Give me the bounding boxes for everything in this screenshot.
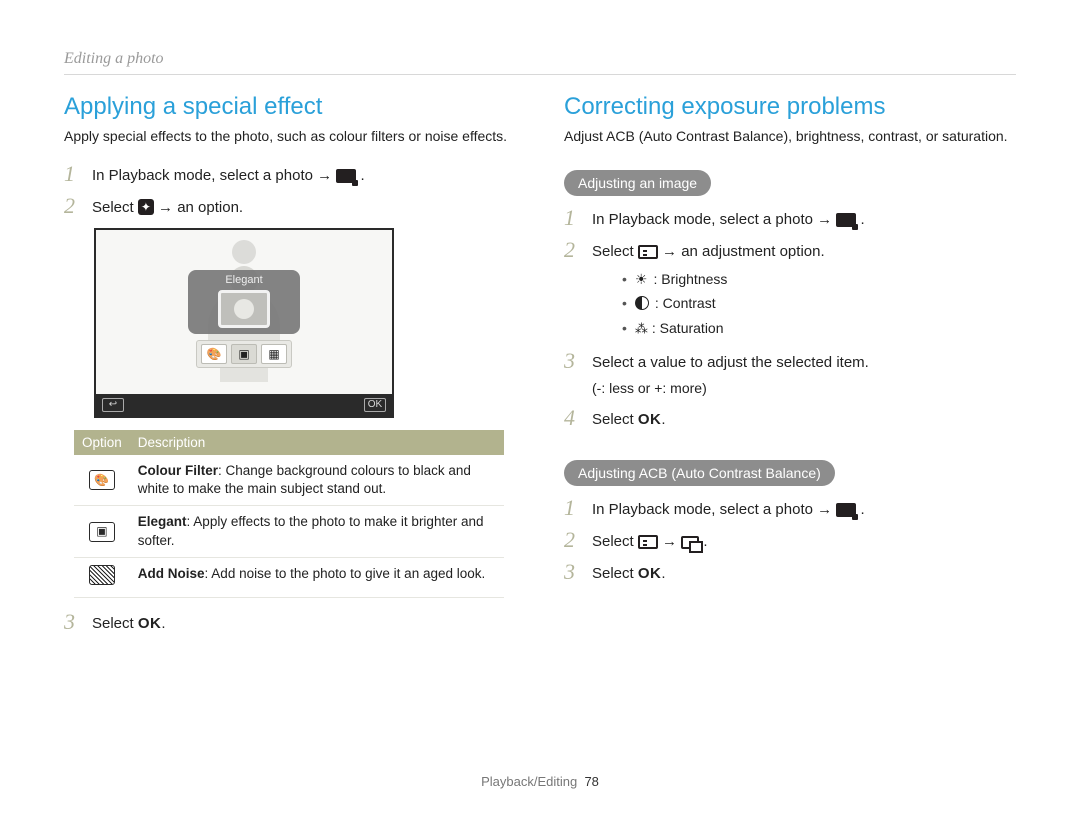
adjust-icon <box>638 535 658 549</box>
palette-icon: 🎨 <box>89 470 115 490</box>
ok-icon: OK <box>638 565 662 582</box>
step-text: Select <box>592 411 638 428</box>
effect-popup-thumb <box>218 290 270 328</box>
preview-bottombar: ↩ OK <box>96 394 392 416</box>
ok-icon: OK <box>138 615 162 632</box>
elegant-icon: ▣ <box>89 522 115 542</box>
table-head-description: Description <box>130 430 504 455</box>
step-number: 2 <box>564 238 582 262</box>
step-number: 1 <box>564 496 582 520</box>
effect-popup: Elegant <box>188 270 300 334</box>
step-text: . <box>703 533 707 550</box>
table-row: ▣ Elegant: Apply effects to the photo to… <box>74 506 504 557</box>
edit-photo-icon <box>336 169 356 183</box>
step-text: . <box>360 167 364 184</box>
step-text: Select a value to adjust the selected it… <box>592 354 869 371</box>
option-title: Elegant <box>138 514 187 529</box>
step-r1-3: 3 Select a value to adjust the selected … <box>564 349 1016 399</box>
brightness-icon <box>635 268 648 290</box>
step-left-2: 2 Select → an option. <box>64 194 516 220</box>
pill-adjusting-acb: Adjusting ACB (Auto Contrast Balance) <box>564 460 835 486</box>
effect-preview: Elegant 🎨 ▣ ▦ ↩ OK <box>94 228 394 418</box>
step-left-1: 1 In Playback mode, select a photo → . <box>64 162 516 188</box>
step-r2-2: 2 Select → . <box>564 528 1016 554</box>
edit-photo-icon <box>836 213 856 227</box>
step-text: . <box>161 615 165 632</box>
step-text: → an adjustment option. <box>662 243 825 260</box>
bullet-saturation: : Saturation <box>622 317 825 340</box>
bullet-brightness: : Brightness <box>622 268 825 290</box>
step-text: . <box>661 411 665 428</box>
column-special-effect: Applying a special effect Apply special … <box>64 93 516 642</box>
adjust-icon <box>638 245 658 259</box>
step-r2-1: 1 In Playback mode, select a photo → . <box>564 496 1016 522</box>
heading-special-effect: Applying a special effect <box>64 93 516 121</box>
intro-special-effect: Apply special effects to the photo, such… <box>64 127 516 146</box>
option-desc: : Add noise to the photo to give it an a… <box>205 566 486 581</box>
effect-popup-label: Elegant <box>188 274 300 286</box>
breadcrumb: Editing a photo <box>64 50 1016 75</box>
step-number: 2 <box>564 528 582 552</box>
step-text: In Playback mode, select a photo → <box>592 211 836 228</box>
step-text: . <box>661 565 665 582</box>
toolbar-palette-icon[interactable]: 🎨 <box>201 344 227 364</box>
step-r1-2: 2 Select → an adjustment option. : Brigh… <box>564 238 1016 344</box>
step-text: Select <box>592 565 638 582</box>
edit-photo-icon <box>836 503 856 517</box>
effect-toolbar: 🎨 ▣ ▦ <box>196 340 292 368</box>
step-r1-4: 4 Select OK. <box>564 406 1016 432</box>
step-text: → an option. <box>158 199 243 216</box>
option-title: Add Noise <box>138 566 205 581</box>
bullet-label: : Brightness <box>653 268 727 290</box>
page-footer: Playback/Editing 78 <box>0 774 1080 789</box>
step-text: Select <box>92 199 138 216</box>
bullet-contrast: : Contrast <box>622 292 825 314</box>
footer-page-number: 78 <box>584 774 598 789</box>
step-r1-1: 1 In Playback mode, select a photo → . <box>564 206 1016 232</box>
step-text: . <box>860 501 864 518</box>
effect-icon <box>138 199 154 215</box>
step-number: 2 <box>64 194 82 218</box>
ok-icon[interactable]: OK <box>364 398 386 412</box>
ok-icon: OK <box>638 411 662 428</box>
step-number: 1 <box>64 162 82 186</box>
step-text: Select <box>92 615 138 632</box>
table-head-option: Option <box>74 430 130 455</box>
step-text: → <box>662 533 681 550</box>
intro-exposure: Adjust ACB (Auto Contrast Balance), brig… <box>564 127 1016 146</box>
contrast-icon <box>635 296 649 310</box>
step-number: 3 <box>564 560 582 584</box>
step-left-3: 3 Select OK. <box>64 610 516 636</box>
step-text: Select <box>592 533 638 550</box>
toolbar-elegant-icon[interactable]: ▣ <box>231 344 257 364</box>
step-number: 3 <box>64 610 82 634</box>
column-exposure: Correcting exposure problems Adjust ACB … <box>564 93 1016 642</box>
footer-section: Playback/Editing <box>481 774 577 789</box>
toolbar-noise-icon[interactable]: ▦ <box>261 344 287 364</box>
acb-icon <box>681 536 699 549</box>
heading-exposure: Correcting exposure problems <box>564 93 1016 121</box>
saturation-icon <box>635 317 646 340</box>
noise-icon <box>89 565 115 585</box>
step-text: In Playback mode, select a photo → <box>92 167 336 184</box>
bullet-label: : Contrast <box>655 292 716 314</box>
bullet-label: : Saturation <box>652 317 724 339</box>
pill-adjusting-image: Adjusting an image <box>564 170 711 196</box>
option-title: Colour Filter <box>138 463 218 478</box>
options-table: Option Description 🎨 Colour Filter: Chan… <box>74 430 504 598</box>
option-desc: : Apply effects to the photo to make it … <box>138 514 484 547</box>
step-subtext: (-: less or +: more) <box>592 377 869 399</box>
step-number: 3 <box>564 349 582 373</box>
back-icon[interactable]: ↩ <box>102 398 124 412</box>
table-row: Add Noise: Add noise to the photo to giv… <box>74 557 504 597</box>
table-row: 🎨 Colour Filter: Change background colou… <box>74 455 504 506</box>
step-text: . <box>860 211 864 228</box>
step-text: Select <box>592 243 638 260</box>
step-r2-3: 3 Select OK. <box>564 560 1016 586</box>
page: Editing a photo Applying a special effec… <box>0 0 1080 682</box>
step-number: 1 <box>564 206 582 230</box>
step-text: In Playback mode, select a photo → <box>592 501 836 518</box>
step-number: 4 <box>564 406 582 430</box>
